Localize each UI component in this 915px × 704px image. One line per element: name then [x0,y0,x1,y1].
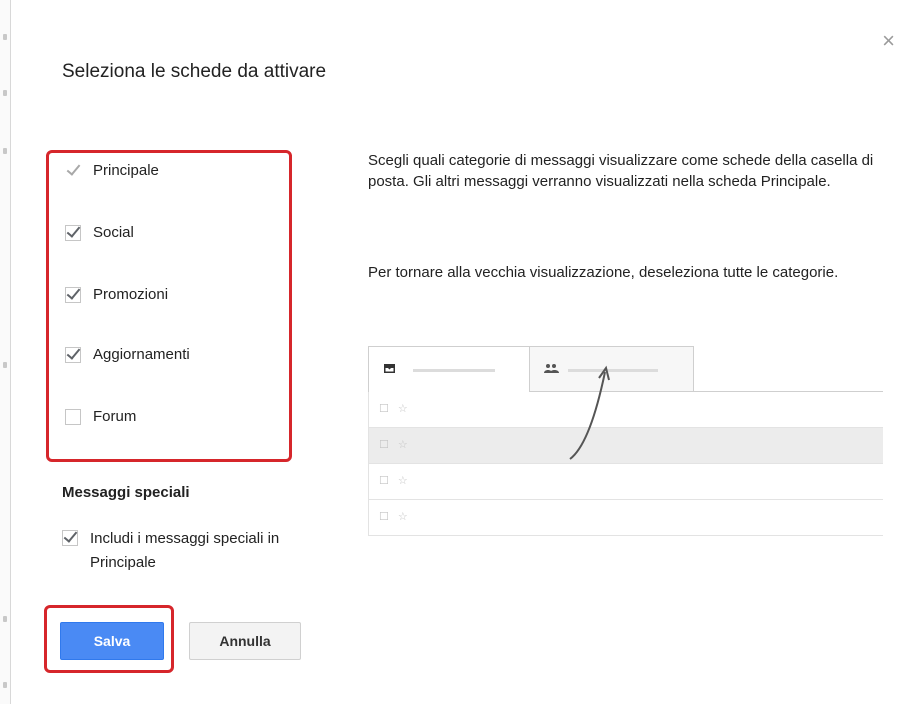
edge-mark [3,682,7,688]
background-window-edge [0,0,11,704]
edge-mark [3,616,7,622]
checkbox-principale [65,162,81,179]
checkbox-promozioni[interactable] [65,286,81,303]
row-icons: ☐ ☆ [379,475,411,487]
category-aggiornamenti[interactable]: Aggiornamenti [65,346,190,363]
category-label: Promozioni [93,286,169,303]
categories-highlight-frame: Principale Social Promozioni Aggiornamen… [46,150,292,462]
save-button[interactable]: Salva [60,622,164,660]
category-forum[interactable]: Forum [65,408,136,425]
row-icons: ☐ ☆ [379,439,411,451]
row-icons: ☐ ☆ [379,511,411,523]
tab-label-placeholder [413,369,495,372]
close-icon[interactable]: × [882,30,895,52]
special-messages-heading: Messaggi speciali [62,484,190,501]
special-messages-label: Includi i messaggi speciali in Principal… [90,530,280,571]
special-messages-option[interactable]: Includi i messaggi speciali in Principal… [62,527,320,575]
preview-row: ☐ ☆ [368,464,883,500]
edge-mark [3,362,7,368]
row-icons: ☐ ☆ [379,403,411,415]
arrow-icon [569,365,610,460]
preview-row: ☐ ☆ [368,500,883,536]
cancel-button[interactable]: Annulla [189,622,301,660]
description-text-reset: Per tornare alla vecchia visualizzazione… [368,264,839,281]
dialog-title: Seleziona le schede da attivare [62,61,327,82]
category-label: Forum [93,408,137,425]
checkbox-special-messages[interactable] [62,530,78,546]
preview-row: ☐ ☆ [368,392,883,428]
preview-message-list: ☐ ☆ ☐ ☆ ☐ ☆ ☐ ☆ [368,392,883,536]
category-label: Principale [93,162,159,179]
category-label: Social [93,224,134,241]
checkbox-forum[interactable] [65,408,81,425]
preview-row: ☐ ☆ [368,428,883,464]
preview-tab-primary [368,346,530,392]
category-principale[interactable]: Principale [65,162,159,179]
edge-mark [3,34,7,40]
tabs-preview-illustration: ☐ ☆ ☐ ☆ ☐ ☆ ☐ ☆ [368,346,883,562]
inbox-icon [384,364,395,373]
category-promozioni[interactable]: Promozioni [65,286,168,303]
checkbox-aggiornamenti[interactable] [65,346,81,363]
category-social[interactable]: Social [65,224,134,241]
social-icon [544,364,559,373]
edge-mark [3,148,7,154]
edge-mark [3,90,7,96]
description-text: Scegli quali categorie di messaggi visua… [368,152,874,190]
checkbox-social[interactable] [65,224,81,241]
category-label: Aggiornamenti [93,346,190,363]
